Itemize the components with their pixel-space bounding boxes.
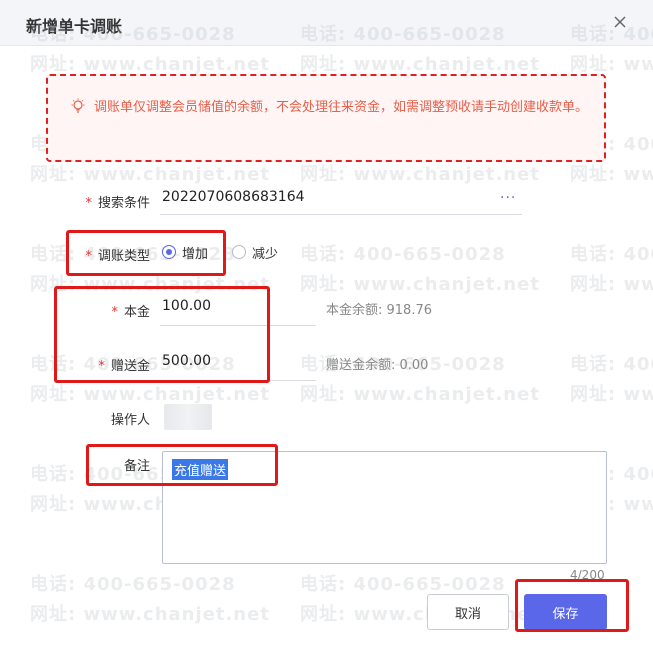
dialog-title: 新增单卡调账 [26,17,123,36]
search-input[interactable]: 2022070608683164 [162,189,305,205]
gift-balance: 赠送金余额: 0.00 [326,358,429,373]
radio-decrease-label[interactable]: 减少 [252,243,278,262]
operator-value-blurred [164,404,212,430]
gift-input[interactable]: 500.00 [162,353,211,369]
watermark-site: 网址: www.chanjet.net [300,274,540,295]
watermark-site: 网址: www.chanjet.net [570,384,653,405]
watermark-phone: 电话: 400-665-0028 [570,244,653,265]
radio-increase[interactable] [162,245,176,259]
search-label-text: 搜索条件 [97,196,150,211]
type-label: * 调账类型 [60,245,150,264]
notice-box: 调账单仅调整会员储值的余额，不会处理往来资金，如需调整预收请手动创建收款单。 [46,74,606,162]
more-icon[interactable]: ··· [500,190,516,206]
watermark-phone: 电话: 400-665-0028 [570,354,653,375]
gift-label-text: 赠送金 [110,359,150,374]
watermark-site: 网址: www.chanjet.net [30,54,270,75]
principal-underline [160,325,316,326]
watermark-site: 网址: www.chanjet.net [30,384,270,405]
dialog-header: 新增单卡调账 [0,0,653,46]
principal-label-text: 本金 [123,305,150,320]
principal-balance: 本金余额: 918.76 [326,303,432,318]
watermark-site: 网址: www.chanjet.net [570,54,653,75]
required-mark: * [111,305,118,320]
required-mark: * [85,196,92,211]
remark-text: 充值赠送 [172,459,229,480]
watermark-site: 网址: www.chanjet.net [300,384,540,405]
watermark-site: 网址: www.chanjet.net [300,54,540,75]
remark-counter: 4/200 [570,568,605,582]
principal-input[interactable]: 100.00 [162,298,211,314]
watermark-site: 网址: www.chanjet.net [300,164,540,185]
type-label-text: 调账类型 [97,249,150,264]
search-label: * 搜索条件 [60,192,150,211]
watermark-phone: 电话: 400-665-0028 [300,574,506,595]
required-mark: * [98,359,105,374]
save-button[interactable]: 保存 [524,594,607,630]
close-icon[interactable] [608,10,632,34]
watermark-site: 网址: www.chanjet.net [30,604,270,625]
remark-textarea[interactable]: 充值赠送 [162,451,607,564]
operator-label: 操作人 [110,413,150,428]
radio-increase-label[interactable]: 增加 [182,243,208,262]
required-mark: * [85,249,92,264]
watermark-site: 网址: www.chanjet.net [570,274,653,295]
search-underline [160,214,522,215]
watermark-site: 网址: www.chanjet.net [570,164,653,185]
remark-label: 备注 [123,459,150,474]
adjust-dialog: 新增单卡调账 电话: 400-665-0028 电话: 400-665-0028… [0,0,653,646]
gift-underline [160,380,316,381]
principal-label: * 本金 [60,301,150,320]
radio-decrease[interactable] [232,245,246,259]
watermark-site: 网址: www.chanjet.net [30,274,270,295]
lightbulb-icon [70,98,86,114]
watermark-phone: 电话: 400-665-0028 [30,574,236,595]
watermark-site: 网址: www.chanjet.net [30,164,270,185]
notice-text: 调账单仅调整会员储值的余额，不会处理往来资金，如需调整预收请手动创建收款单。 [94,100,589,115]
gift-label: * 赠送金 [60,355,150,374]
watermark-phone: 电话: 400-665-0028 [300,244,506,265]
cancel-button[interactable]: 取消 [427,594,509,630]
